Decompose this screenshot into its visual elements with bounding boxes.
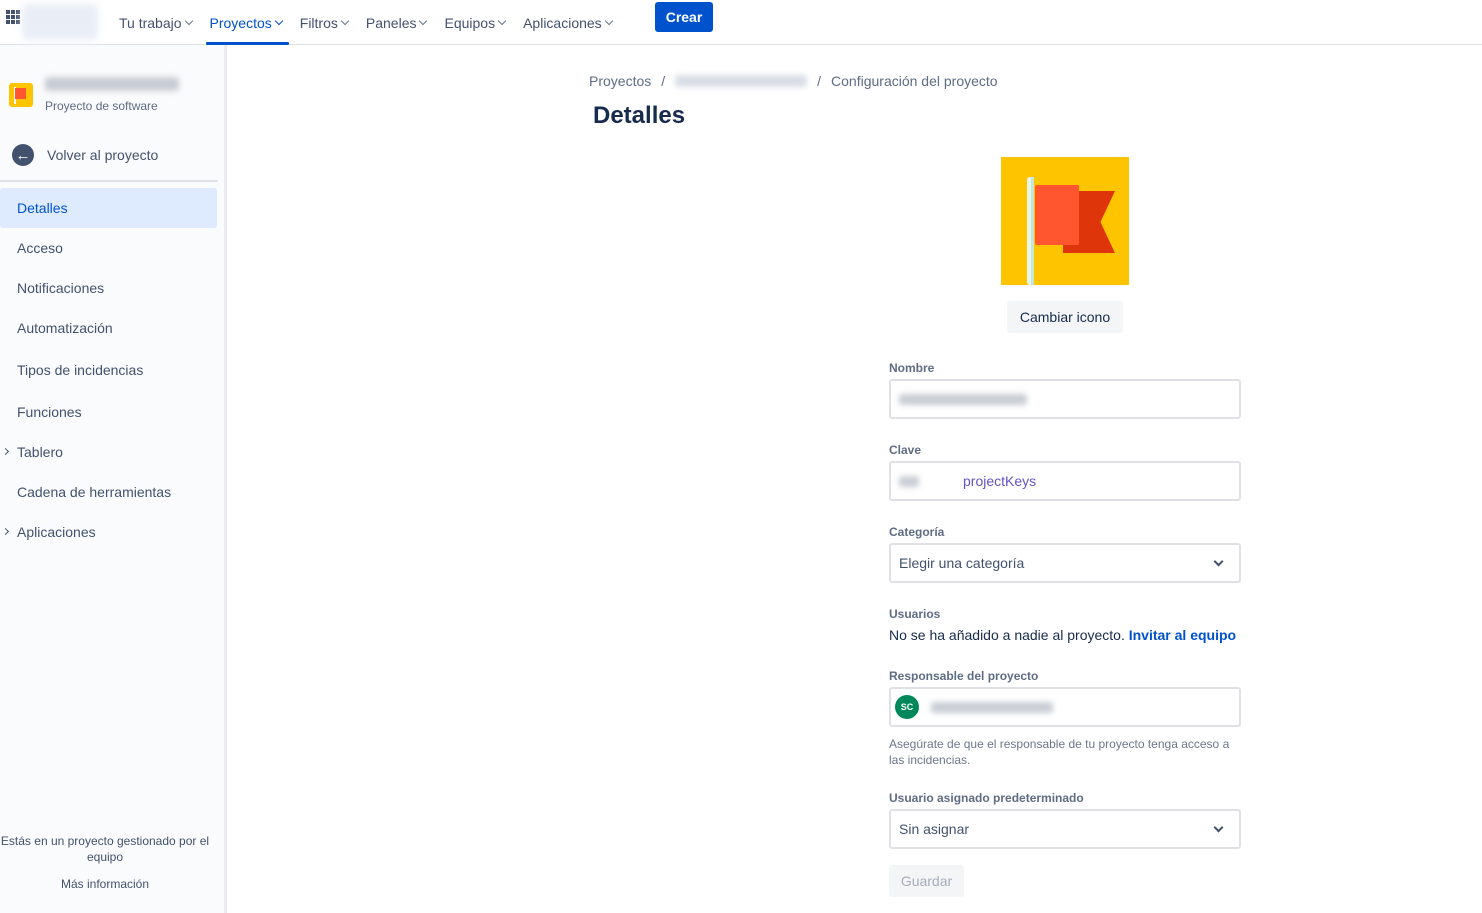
change-icon-button[interactable]: Cambiar icono [1007, 301, 1123, 333]
chevron-down-icon [497, 16, 507, 25]
sidebar-item-apps[interactable]: Aplicaciones [0, 512, 217, 552]
nav-dashboards[interactable]: Paneles [357, 0, 436, 45]
name-value-redacted [899, 393, 1027, 405]
sidebar-item-label: Acceso [17, 240, 63, 256]
breadcrumb: Proyectos / / Configuración del proyecto [589, 72, 998, 90]
lead-name-redacted [931, 701, 1053, 713]
project-type: Proyecto de software [45, 99, 158, 113]
nav-filters[interactable]: Filtros [291, 0, 357, 45]
save-button[interactable]: Guardar [889, 865, 964, 897]
breadcrumb-separator: / [817, 73, 822, 89]
breadcrumb-project-settings[interactable]: Configuración del proyecto [831, 73, 998, 89]
users-message: No se ha añadido a nadie al proyecto. In… [889, 627, 1236, 643]
sidebar-resize-handle[interactable] [224, 45, 227, 913]
breadcrumb-separator: / [661, 73, 666, 89]
sidebar-item-label: Detalles [17, 200, 68, 216]
project-lead-picker[interactable]: SC [889, 687, 1241, 727]
sidebar-item-issue-types[interactable]: Tipos de incidencias [0, 350, 217, 390]
key-value-redacted [899, 475, 919, 487]
sidebar-item-label: Cadena de herramientas [17, 484, 172, 500]
nav-label: Equipos [444, 14, 496, 31]
project-name-redacted [45, 77, 179, 91]
key-field[interactable]: projectKeys [889, 461, 1241, 501]
divider [0, 180, 218, 182]
nav-label: Filtros [299, 14, 338, 31]
name-label: Nombre [889, 361, 935, 375]
arrow-left-icon: ← [12, 144, 34, 166]
sidebar-item-notifications[interactable]: Notificaciones [0, 268, 217, 308]
sidebar-item-details[interactable]: Detalles [0, 188, 217, 228]
chevron-down-icon [604, 16, 613, 25]
nav-label: Paneles [365, 14, 417, 31]
more-info-link[interactable]: Más información [0, 877, 210, 891]
name-field[interactable] [889, 379, 1241, 419]
create-button[interactable]: Crear [655, 2, 713, 32]
nav-label: Proyectos [209, 14, 272, 31]
sidebar-item-label: Funciones [17, 404, 82, 420]
sidebar-item-toolchain[interactable]: Cadena de herramientas [0, 472, 217, 512]
project-avatar [9, 83, 33, 107]
sidebar-item-label: Automatización [17, 320, 113, 336]
default-assignee-select[interactable]: Sin asignar [889, 809, 1241, 849]
team-managed-note: Estás en un proyecto gestionado por el e… [0, 834, 210, 864]
avatar: SC [895, 695, 919, 719]
nav-projects[interactable]: Proyectos [201, 0, 291, 45]
users-empty-text: No se ha añadido a nadie al proyecto. [889, 627, 1125, 643]
chevron-down-icon [184, 16, 193, 25]
top-navigation-bar: Tu trabajo Proyectos Filtros Paneles Equ… [0, 0, 1482, 45]
invite-team-link[interactable]: Invitar al equipo [1129, 627, 1236, 643]
sidebar-item-access[interactable]: Acceso [0, 228, 217, 268]
nav-apps[interactable]: Aplicaciones [514, 0, 621, 45]
chevron-right-icon[interactable] [1, 527, 10, 536]
sidebar-item-features[interactable]: Funciones [0, 392, 217, 432]
breadcrumb-projects[interactable]: Proyectos [589, 73, 651, 89]
nav-label: Tu trabajo [119, 14, 182, 31]
page-title: Detalles [593, 102, 686, 129]
project-sidebar: Proyecto de software ← Volver al proyect… [0, 45, 226, 913]
assignee-label: Usuario asignado predeterminado [889, 791, 1084, 805]
assignee-select-value: Sin asignar [899, 821, 970, 837]
nav-your-work[interactable]: Tu trabajo [110, 0, 201, 45]
chevron-down-icon [1213, 556, 1224, 567]
back-label: Volver al proyecto [47, 147, 159, 163]
sidebar-item-label: Aplicaciones [17, 524, 96, 540]
product-logo[interactable] [22, 4, 98, 40]
chevron-down-icon [419, 16, 428, 25]
sidebar-item-label: Tipos de incidencias [17, 362, 144, 378]
lead-label: Responsable del proyecto [889, 669, 1039, 683]
app-switcher-icon[interactable] [6, 10, 20, 24]
chevron-down-icon [274, 16, 284, 25]
lead-helper-text: Asegúrate de que el responsable de tu pr… [889, 737, 1230, 767]
breadcrumb-project-redacted[interactable] [675, 75, 808, 87]
chevron-down-icon [340, 16, 350, 25]
nav-label: Aplicaciones [523, 14, 602, 31]
sidebar-item-automation[interactable]: Automatización [0, 308, 217, 348]
key-placeholder-tag: projectKeys [963, 473, 1037, 489]
main-nav: Tu trabajo Proyectos Filtros Paneles Equ… [110, 0, 621, 45]
chevron-right-icon[interactable] [1, 447, 10, 456]
sidebar-item-board[interactable]: Tablero [0, 432, 217, 472]
category-label: Categoría [889, 525, 945, 539]
category-select[interactable]: Elegir una categoría [889, 543, 1241, 583]
users-label: Usuarios [889, 607, 941, 621]
project-flag-icon [1001, 157, 1129, 285]
sidebar-item-label: Tablero [17, 444, 63, 460]
key-label: Clave [889, 443, 922, 457]
back-to-project-link[interactable]: ← Volver al proyecto [12, 144, 158, 166]
sidebar-item-label: Notificaciones [17, 280, 105, 296]
category-select-value: Elegir una categoría [899, 555, 1025, 571]
chevron-down-icon [1213, 822, 1224, 833]
nav-teams[interactable]: Equipos [435, 0, 514, 45]
